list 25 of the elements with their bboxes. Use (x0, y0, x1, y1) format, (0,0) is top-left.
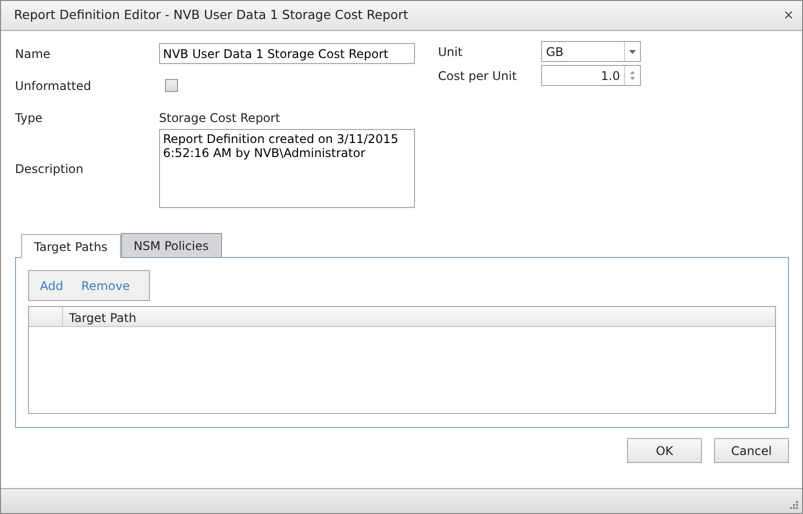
name-field[interactable]: NVB User Data 1 Storage Cost Report (159, 43, 415, 64)
window-title: Report Definition Editor - NVB User Data 1 Storage Cost Report (14, 6, 408, 24)
spin-down-icon[interactable] (630, 77, 635, 80)
field-label: Unformatted (15, 78, 92, 94)
field-label: Unit (438, 44, 464, 60)
unit-dropdown[interactable]: GB (541, 41, 641, 62)
toolbar-button[interactable]: Add (35, 276, 68, 294)
dropdown-arrow-icon (629, 50, 636, 54)
field-label: Description (15, 160, 84, 178)
spin-up-icon[interactable] (630, 71, 635, 74)
tab[interactable]: NSM Policies (120, 233, 222, 257)
field-label: Type (15, 110, 44, 126)
type-value: Storage Cost Report (159, 110, 280, 126)
resize-grip-icon[interactable] (790, 501, 799, 510)
dialog-button[interactable]: OK (627, 438, 702, 463)
cost-spinner[interactable]: 1.0 (541, 65, 641, 86)
close-button[interactable]: ⨯ (783, 9, 794, 22)
tab[interactable]: Target Paths (21, 234, 121, 258)
field-label: Name (15, 46, 52, 62)
toolbar-button[interactable]: Remove (76, 276, 135, 294)
unformatted-checkbox[interactable] (165, 79, 178, 92)
column-header: Target Path (68, 310, 138, 326)
description-field[interactable]: Report Definition created on 3/11/2015 6:52:16 AM by NVB\Administrator (159, 129, 415, 208)
field-label: Cost per Unit (438, 68, 518, 84)
dialog-button[interactable]: Cancel (714, 438, 789, 463)
